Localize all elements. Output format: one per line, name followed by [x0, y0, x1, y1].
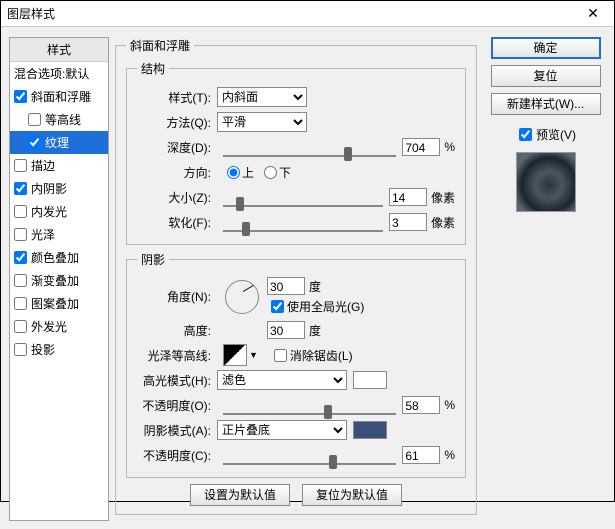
- preview-swatch: [516, 152, 576, 212]
- direction-label: 方向:: [137, 164, 217, 181]
- style-item-5[interactable]: 内发光: [10, 200, 108, 223]
- style-item-3[interactable]: 描边: [10, 154, 108, 177]
- style-item-checkbox[interactable]: [14, 90, 27, 103]
- global-light-checkbox[interactable]: [271, 300, 284, 313]
- angle-label: 角度(N):: [137, 288, 217, 305]
- style-item-checkbox[interactable]: [14, 205, 27, 218]
- highlight-opacity-label: 不透明度(O):: [137, 397, 217, 414]
- style-item-label: 内发光: [31, 203, 67, 220]
- highlight-opacity-slider[interactable]: [223, 404, 396, 406]
- style-item-0[interactable]: 斜面和浮雕: [10, 85, 108, 108]
- style-item-4[interactable]: 内阴影: [10, 177, 108, 200]
- style-item-label: 描边: [31, 157, 55, 174]
- style-item-checkbox[interactable]: [28, 136, 41, 149]
- style-item-11[interactable]: 投影: [10, 338, 108, 361]
- style-item-checkbox[interactable]: [28, 113, 41, 126]
- shadow-mode-select[interactable]: 正片叠底: [217, 420, 347, 440]
- shadow-opacity-value[interactable]: 61: [402, 446, 440, 464]
- shadow-opacity-label: 不透明度(C):: [137, 447, 217, 464]
- style-item-label: 斜面和浮雕: [31, 88, 91, 105]
- style-item-1[interactable]: 等高线: [10, 108, 108, 131]
- set-default-button[interactable]: 设置为默认值: [190, 484, 290, 506]
- soften-slider[interactable]: [223, 221, 383, 223]
- depth-value[interactable]: 704: [402, 138, 440, 156]
- shadow-opacity-slider[interactable]: [223, 454, 396, 456]
- style-item-checkbox[interactable]: [14, 182, 27, 195]
- bevel-emboss-group: 斜面和浮雕 结构 样式(T): 内斜面 方法(Q): 平滑 深度(D): 704: [115, 37, 477, 515]
- style-item-2[interactable]: 纹理: [10, 131, 108, 154]
- style-item-label: 等高线: [45, 111, 81, 128]
- style-item-checkbox[interactable]: [14, 159, 27, 172]
- soften-value[interactable]: 3: [389, 213, 427, 231]
- style-item-10[interactable]: 外发光: [10, 315, 108, 338]
- chevron-down-icon[interactable]: ▼: [249, 350, 258, 360]
- style-select[interactable]: 内斜面: [217, 87, 307, 107]
- highlight-mode-label: 高光模式(H):: [137, 372, 217, 389]
- shading-group: 阴影 角度(N): 30 度 使用全局光(G): [126, 251, 466, 478]
- highlight-color-swatch[interactable]: [353, 371, 387, 389]
- altitude-label: 高度:: [137, 322, 217, 339]
- style-item-checkbox[interactable]: [14, 251, 27, 264]
- depth-label: 深度(D):: [137, 139, 217, 156]
- shadow-mode-label: 阴影模式(A):: [137, 422, 217, 439]
- method-select[interactable]: 平滑: [217, 112, 307, 132]
- style-item-7[interactable]: 颜色叠加: [10, 246, 108, 269]
- depth-slider[interactable]: [223, 146, 396, 148]
- reset-button[interactable]: 复位: [491, 65, 601, 87]
- titlebar: 图层样式 ✕: [1, 1, 614, 27]
- highlight-opacity-value[interactable]: 58: [402, 396, 440, 414]
- style-item-checkbox[interactable]: [14, 297, 27, 310]
- direction-down-radio[interactable]: [264, 166, 277, 179]
- direction-up-radio[interactable]: [227, 166, 240, 179]
- style-item-checkbox[interactable]: [14, 228, 27, 241]
- style-item-label: 内阴影: [31, 180, 67, 197]
- preview-label: 预览(V): [536, 126, 576, 143]
- style-item-label: 图案叠加: [31, 295, 79, 312]
- window-title: 图层样式: [7, 5, 578, 22]
- style-item-label: 外发光: [31, 318, 67, 335]
- structure-group: 结构 样式(T): 内斜面 方法(Q): 平滑 深度(D): 704 %: [126, 60, 466, 245]
- style-item-label: 投影: [31, 341, 55, 358]
- close-icon[interactable]: ✕: [578, 4, 608, 24]
- antialias-checkbox[interactable]: [274, 349, 287, 362]
- method-label: 方法(Q):: [137, 114, 217, 131]
- style-label: 样式(T):: [137, 89, 217, 106]
- size-label: 大小(Z):: [137, 189, 217, 206]
- style-item-label: 颜色叠加: [31, 249, 79, 266]
- group-title: 斜面和浮雕: [126, 37, 194, 54]
- style-item-label: 渐变叠加: [31, 272, 79, 289]
- soften-label: 软化(F):: [137, 214, 217, 231]
- style-item-8[interactable]: 渐变叠加: [10, 269, 108, 292]
- style-list: 样式 混合选项:默认 斜面和浮雕等高线纹理描边内阴影内发光光泽颜色叠加渐变叠加图…: [9, 37, 109, 521]
- gloss-contour-label: 光泽等高线:: [137, 347, 217, 364]
- highlight-mode-select[interactable]: 滤色: [217, 370, 347, 390]
- style-list-header: 样式: [10, 38, 108, 62]
- size-slider[interactable]: [223, 196, 383, 198]
- style-item-checkbox[interactable]: [14, 320, 27, 333]
- shadow-color-swatch[interactable]: [353, 421, 387, 439]
- style-item-checkbox[interactable]: [14, 343, 27, 356]
- angle-dial[interactable]: [225, 280, 259, 314]
- ok-button[interactable]: 确定: [491, 37, 601, 59]
- style-item-label: 纹理: [45, 134, 69, 151]
- style-item-9[interactable]: 图案叠加: [10, 292, 108, 315]
- reset-default-button[interactable]: 复位为默认值: [302, 484, 402, 506]
- new-style-button[interactable]: 新建样式(W)...: [491, 93, 601, 115]
- angle-value[interactable]: 30: [267, 277, 305, 295]
- altitude-value[interactable]: 30: [267, 321, 305, 339]
- style-item-6[interactable]: 光泽: [10, 223, 108, 246]
- preview-checkbox[interactable]: [519, 128, 532, 141]
- layer-style-dialog: 图层样式 ✕ 样式 混合选项:默认 斜面和浮雕等高线纹理描边内阴影内发光光泽颜色…: [0, 0, 615, 502]
- shading-title: 阴影: [137, 251, 169, 268]
- blending-options[interactable]: 混合选项:默认: [10, 62, 108, 85]
- structure-title: 结构: [137, 60, 169, 77]
- style-item-label: 光泽: [31, 226, 55, 243]
- style-item-checkbox[interactable]: [14, 274, 27, 287]
- size-value[interactable]: 14: [389, 188, 427, 206]
- gloss-contour-picker[interactable]: [223, 344, 247, 366]
